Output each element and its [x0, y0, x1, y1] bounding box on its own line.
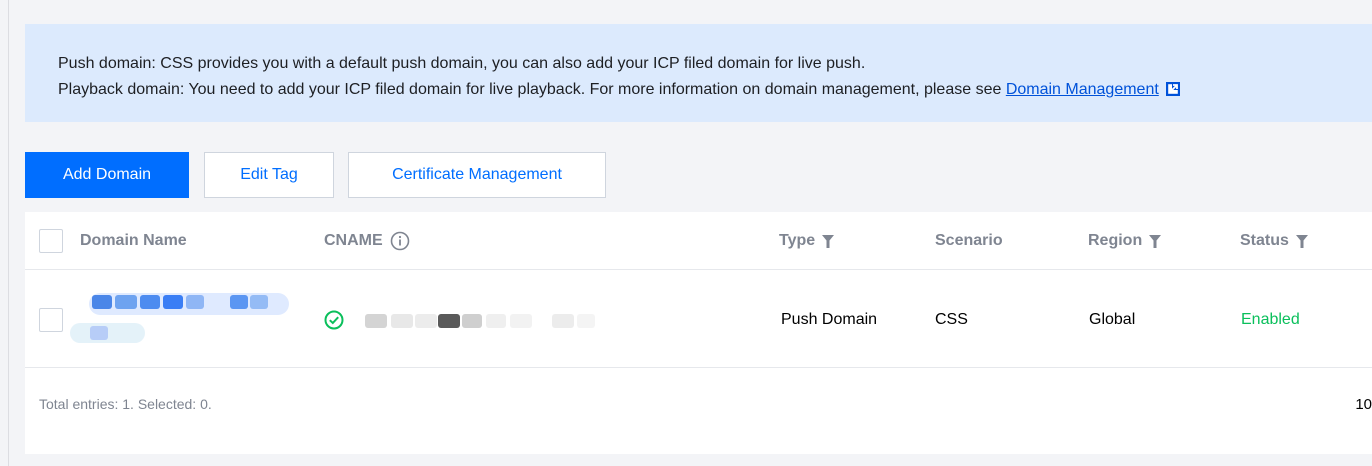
check-circle-icon — [324, 310, 344, 329]
cname-cell — [324, 271, 344, 368]
type-cell: Push Domain — [781, 310, 878, 328]
toolbar: Add Domain Edit Tag Certificate Manageme… — [25, 152, 606, 198]
total-entries-text: Total entries: 1. Selected: 0. — [39, 396, 212, 412]
domain-management-link[interactable]: Domain Management — [1006, 81, 1159, 98]
edit-tag-button[interactable]: Edit Tag — [204, 152, 334, 198]
cname-value-redacted[interactable] — [365, 311, 625, 331]
info-icon[interactable] — [390, 231, 410, 251]
notice-line-push: Push domain: CSS provides you with a def… — [58, 55, 866, 72]
row-checkbox[interactable] — [39, 307, 63, 332]
select-all-checkbox[interactable] — [39, 229, 63, 253]
row-select-cell — [39, 271, 63, 368]
column-status-label: Status — [1240, 232, 1289, 249]
certificate-management-button[interactable]: Certificate Management — [348, 152, 606, 198]
column-cname-label: CNAME — [324, 232, 383, 249]
table-footer: Total entries: 1. Selected: 0. 10 — [25, 369, 1372, 454]
domain-table: Domain Name CNAME Type Scenario Region S… — [25, 212, 1372, 454]
status-badge: Enabled — [1241, 310, 1300, 328]
column-scenario: Scenario — [935, 232, 1003, 249]
column-domain-name: Domain Name — [80, 232, 187, 249]
filter-icon[interactable] — [1149, 234, 1162, 248]
notice-line-playback-text: Playback domain: You need to add your IC… — [58, 81, 1006, 98]
column-type-label: Type — [779, 232, 816, 249]
info-notice: Push domain: CSS provides you with a def… — [25, 24, 1372, 122]
notice-line-playback: Playback domain: You need to add your IC… — [58, 77, 1340, 103]
column-type[interactable]: Type — [779, 212, 835, 270]
page-size-select[interactable]: 10 — [1355, 369, 1372, 439]
column-region[interactable]: Region — [1088, 212, 1162, 270]
filter-icon[interactable] — [822, 234, 835, 248]
filter-icon[interactable] — [1295, 234, 1308, 248]
column-region-label: Region — [1088, 232, 1143, 249]
select-all-cell — [39, 212, 63, 270]
external-link-icon[interactable] — [1165, 82, 1180, 96]
table-row[interactable]: Push Domain CSS Global Enabled — [25, 271, 1372, 368]
scenario-cell: CSS — [935, 310, 968, 328]
domain-name-redacted[interactable] — [70, 293, 300, 345]
table-header: Domain Name CNAME Type Scenario Region S… — [25, 212, 1372, 270]
column-cname: CNAME — [324, 212, 410, 270]
column-status[interactable]: Status — [1240, 212, 1308, 270]
region-cell: Global — [1089, 310, 1136, 328]
add-domain-button[interactable]: Add Domain — [25, 152, 189, 198]
left-divider — [8, 0, 9, 466]
